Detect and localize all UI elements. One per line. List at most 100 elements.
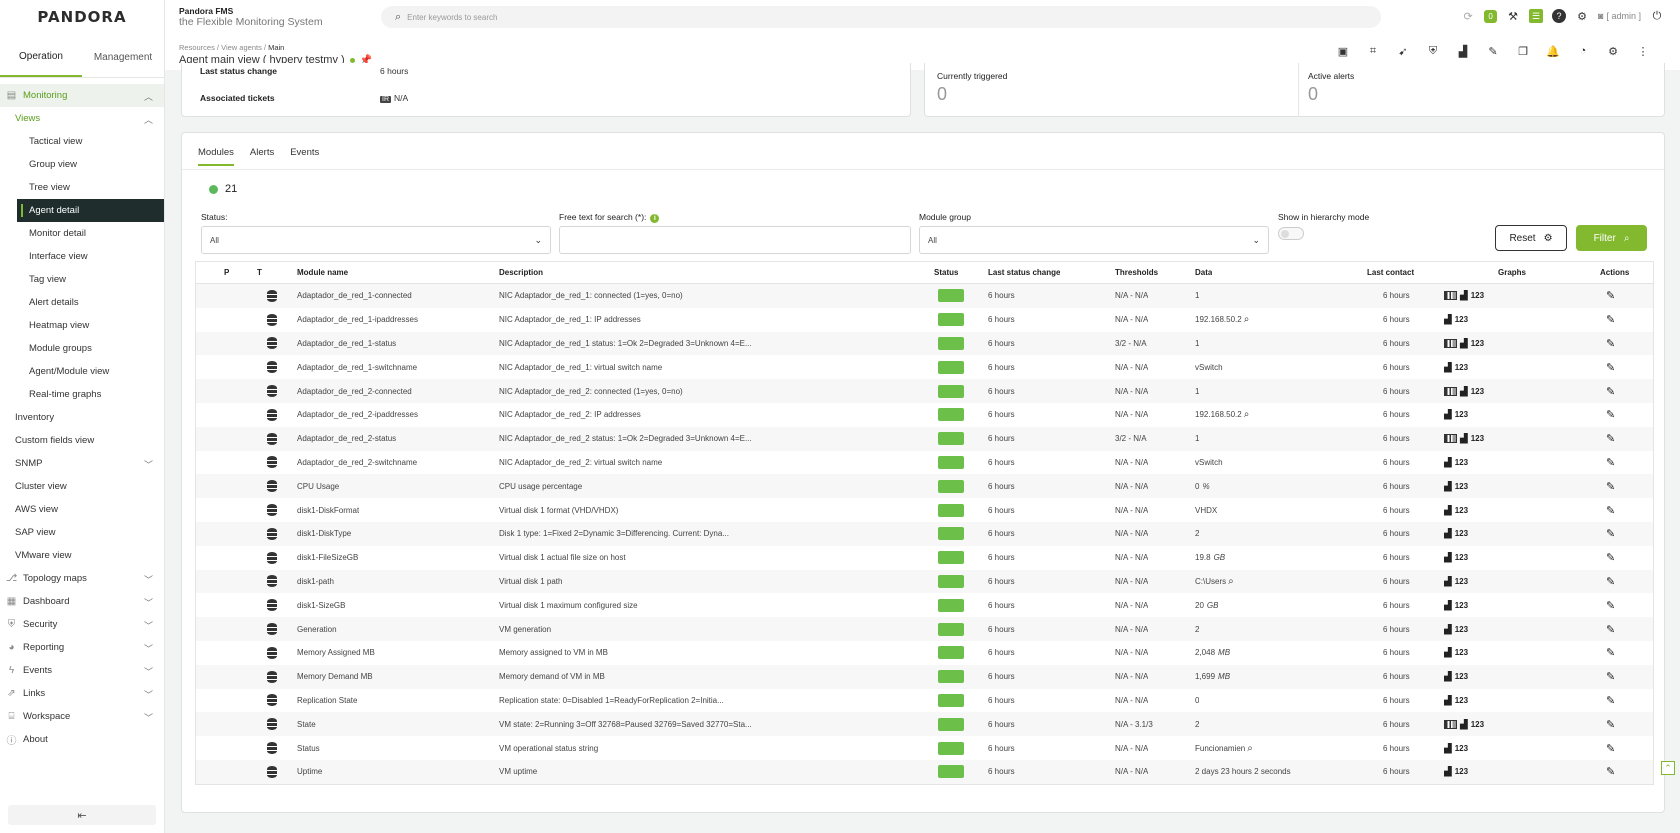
sidebar-item-module-groups[interactable]: Module groups (0, 337, 164, 360)
edit-icon[interactable]: ✎ (1606, 432, 1615, 445)
edit-icon[interactable]: ✎ (1606, 694, 1615, 707)
module-name[interactable]: CPU Usage (297, 482, 339, 491)
col-last-contact[interactable]: Last contact (1367, 268, 1414, 277)
table-row[interactable]: Memory Demand MB Memory demand of VM in … (196, 664, 1653, 689)
free-text-input[interactable] (559, 226, 911, 254)
module-name[interactable]: Adaptador_de_red_1-switchname (297, 363, 417, 372)
tab-events[interactable]: Events (290, 147, 319, 166)
module-name[interactable]: Replication State (297, 696, 357, 705)
edit-icon[interactable]: ✎ (1606, 575, 1615, 588)
table-row[interactable]: disk1-FileSizeGB Virtual disk 1 actual f… (196, 546, 1653, 570)
search-input[interactable]: Enter keywords to search (407, 13, 497, 22)
edit-icon[interactable]: ✎ (1606, 289, 1615, 302)
server-icon[interactable]: ☰ (1529, 9, 1544, 23)
sidebar-item-interface-view[interactable]: Interface view (0, 245, 164, 268)
table-row[interactable]: Adaptador_de_red_1-status NIC Adaptador_… (196, 331, 1653, 356)
chart-icon[interactable]: ▟ (1444, 695, 1452, 706)
histogram-icon[interactable] (1444, 338, 1457, 348)
module-name[interactable]: Adaptador_de_red_2-switchname (297, 458, 417, 467)
histogram-icon[interactable] (1444, 291, 1457, 301)
col-p[interactable]: P (224, 268, 229, 277)
chart-icon[interactable]: ▟ (1444, 457, 1452, 468)
status-indicator[interactable] (938, 551, 964, 565)
status-indicator[interactable] (938, 289, 964, 303)
sidebar-item-inventory[interactable]: Inventory (0, 406, 164, 429)
agent-view-icon[interactable]: ◔ (1570, 44, 1596, 67)
raw-data-icon[interactable]: 123 (1455, 529, 1468, 538)
histogram-icon[interactable] (1444, 719, 1457, 729)
raw-data-icon[interactable]: 123 (1455, 458, 1468, 467)
table-row[interactable]: Adaptador_de_red_1-switchname NIC Adapta… (196, 355, 1653, 379)
edit-icon[interactable]: ✎ (1606, 742, 1615, 755)
table-row[interactable]: Uptime VM uptime 6 hours N/A - N/A 2 day… (196, 759, 1653, 784)
shield-icon[interactable]: ⛨ (1426, 44, 1440, 58)
scan-icon[interactable]: ⌗ (1366, 44, 1380, 58)
logout-icon[interactable]: ⏻ (1650, 9, 1664, 23)
magnifier-icon[interactable]: ⌕ (1228, 576, 1234, 587)
table-row[interactable]: Adaptador_de_red_2-switchname NIC Adapta… (196, 451, 1653, 475)
module-name[interactable]: Adaptador_de_red_1-connected (297, 291, 412, 300)
edit-icon[interactable]: ✎ (1606, 480, 1615, 493)
raw-data-icon[interactable]: 123 (1455, 410, 1468, 419)
tab-alerts[interactable]: Alerts (250, 147, 274, 166)
status-indicator[interactable] (938, 717, 964, 731)
raw-data-icon[interactable]: 123 (1455, 672, 1468, 681)
chart-icon[interactable]: ▟ (1444, 409, 1452, 420)
table-row[interactable]: Memory Assigned MB Memory assigned to VM… (196, 641, 1653, 665)
chart-icon[interactable]: ▟ (1460, 433, 1468, 444)
chart-icon[interactable]: ▟ (1444, 671, 1452, 682)
edit-icon[interactable]: ✎ (1606, 718, 1615, 731)
table-row[interactable]: disk1-DiskFormat Virtual disk 1 format (… (196, 498, 1653, 522)
tab-operation[interactable]: Operation (0, 38, 82, 77)
chart-icon[interactable]: ▟ (1444, 314, 1452, 325)
edit-icon[interactable]: ✎ (1606, 623, 1615, 636)
edit-icon[interactable]: ✎ (1606, 337, 1615, 350)
gear-icon[interactable]: ⚙ (1575, 9, 1589, 23)
sidebar-item-views[interactable]: Views ︿ (0, 107, 164, 130)
sidebar-item-tree-view[interactable]: Tree view (0, 176, 164, 199)
col-data[interactable]: Data (1195, 268, 1212, 277)
status-indicator[interactable] (938, 503, 964, 517)
table-row[interactable]: Adaptador_de_red_1-connected NIC Adaptad… (196, 284, 1653, 308)
sidebar-item-tactical-view[interactable]: Tactical view (0, 130, 164, 153)
chart-icon[interactable]: ▟ (1460, 719, 1468, 730)
sidebar-item-monitor-detail[interactable]: Monitor detail (0, 222, 164, 245)
sidebar-item-security[interactable]: ⛨ Security ﹀ (0, 613, 164, 636)
col-description[interactable]: Description (499, 268, 543, 277)
magnifier-icon[interactable]: ⌕ (1247, 743, 1253, 754)
pandora-logo[interactable]: PANDORA (0, 0, 164, 34)
chart-icon[interactable]: ▟ (1444, 743, 1452, 754)
sidebar-item-agent-module-view[interactable]: Agent/Module view (0, 360, 164, 383)
chart-icon[interactable]: ▟ (1444, 647, 1452, 658)
tab-modules[interactable]: Modules (198, 147, 234, 166)
sidebar-item-alert-details[interactable]: Alert details (0, 291, 164, 314)
tab-management[interactable]: Management (82, 38, 164, 77)
magnifier-icon[interactable]: ⌕ (1244, 314, 1250, 325)
module-name[interactable]: Memory Assigned MB (297, 648, 375, 657)
status-indicator[interactable] (938, 384, 964, 398)
chart-icon[interactable]: ▟ (1444, 552, 1452, 563)
info-icon[interactable]: i (650, 214, 660, 223)
collapse-sidebar-button[interactable]: ⇤ (8, 805, 156, 825)
sidebar-item-heatmap-view[interactable]: Heatmap view (0, 314, 164, 337)
raw-data-icon[interactable]: 123 (1471, 434, 1484, 443)
col-last-status-change[interactable]: Last status change (988, 268, 1060, 277)
module-group-select[interactable]: All ⌄ (919, 226, 1269, 254)
edit-icon[interactable]: ✎ (1606, 599, 1615, 612)
raw-data-icon[interactable]: 123 (1471, 339, 1484, 348)
refresh-icon[interactable]: ⟳ (1461, 9, 1475, 23)
status-indicator[interactable] (938, 479, 964, 493)
chart-icon[interactable]: ▟ (1460, 386, 1468, 397)
raw-data-icon[interactable]: 123 (1455, 601, 1468, 610)
sidebar-item-sap-view[interactable]: SAP view (0, 521, 164, 544)
raw-data-icon[interactable]: 123 (1455, 648, 1468, 657)
sidebar-item-real-time-graphs[interactable]: Real-time graphs (0, 383, 164, 406)
module-name[interactable]: Adaptador_de_red_1-ipaddresses (297, 315, 418, 324)
table-row[interactable]: Adaptador_de_red_1-ipaddresses NIC Adapt… (196, 308, 1653, 332)
edit-icon[interactable]: ✎ (1606, 408, 1615, 421)
sidebar-item-group-view[interactable]: Group view (0, 153, 164, 176)
magnifier-icon[interactable]: ⌕ (1244, 409, 1250, 420)
raw-data-icon[interactable]: 123 (1455, 315, 1468, 324)
sidebar-item-about[interactable]: ⓘ About (0, 728, 164, 751)
module-name[interactable]: Adaptador_de_red_2-connected (297, 387, 412, 396)
